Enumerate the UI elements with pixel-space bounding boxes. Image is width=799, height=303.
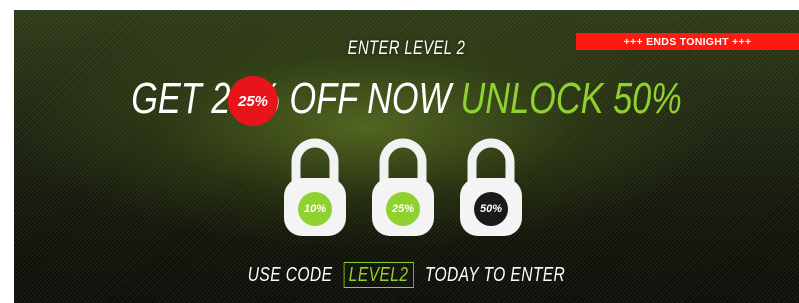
promo-banner[interactable]: ENTER LEVEL 2 +++ ENDS TONIGHT +++ GET 2… xyxy=(14,10,799,303)
headline: GET 25% OFF NOW UNLOCK 50% xyxy=(100,74,712,124)
lock-10[interactable]: 10% xyxy=(282,132,348,240)
footer-after: TODAY TO ENTER xyxy=(424,264,566,286)
lock-row: 10% 25% 50% xyxy=(14,132,799,242)
lock-label: 10% xyxy=(300,194,330,224)
lock-50[interactable]: 50% xyxy=(458,132,524,240)
ends-tonight-ribbon: +++ ENDS TONIGHT +++ xyxy=(576,33,799,50)
headline-unlock: UNLOCK 50% xyxy=(460,74,682,123)
promo-code[interactable]: LEVEL2 xyxy=(343,262,414,288)
headline-get: GET xyxy=(131,74,202,123)
lock-label: 25% xyxy=(388,194,418,224)
headline-off-now: % OFF NOW xyxy=(249,74,451,123)
lock-label: 50% xyxy=(476,194,506,224)
footer-before: USE CODE xyxy=(247,264,333,286)
discount-burst-badge: 25% xyxy=(230,78,276,124)
lock-25[interactable]: 25% xyxy=(370,132,436,240)
code-instruction: USE CODE LEVEL2 TODAY TO ENTER xyxy=(100,262,712,288)
